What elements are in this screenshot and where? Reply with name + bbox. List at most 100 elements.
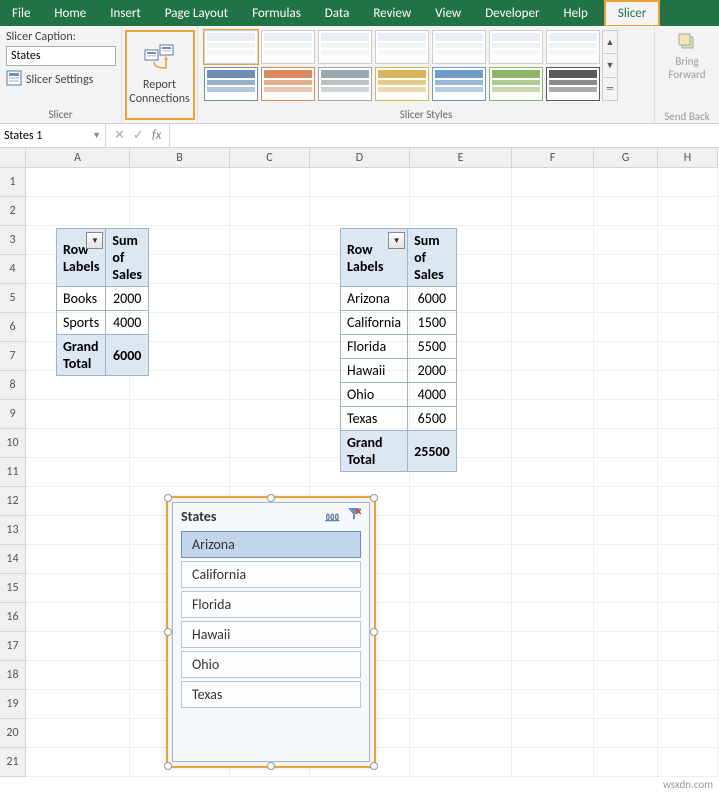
slicer-title-bar[interactable]: States⅏ <box>173 503 369 529</box>
slicer-style-swatch[interactable] <box>546 67 600 101</box>
resize-handle[interactable] <box>370 628 378 636</box>
tab-help[interactable]: Help <box>551 0 599 26</box>
row-header[interactable]: 18 <box>0 661 26 690</box>
resize-handle[interactable] <box>370 494 378 502</box>
row-header[interactable]: 19 <box>0 690 26 719</box>
slicer-item[interactable]: Hawaii <box>181 621 361 648</box>
slicer-settings-button[interactable]: Slicer Settings <box>6 70 117 90</box>
row-header[interactable]: 11 <box>0 458 26 487</box>
tab-page-layout[interactable]: Page Layout <box>153 0 240 26</box>
resize-handle[interactable] <box>164 628 172 636</box>
tab-data[interactable]: Data <box>313 0 362 26</box>
slicer-style-swatch[interactable] <box>204 67 258 101</box>
slicer-style-swatch[interactable] <box>375 67 429 101</box>
pivot-filter-dropdown[interactable]: ▼ <box>86 232 103 249</box>
tab-home[interactable]: Home <box>42 0 98 26</box>
row-header[interactable]: 10 <box>0 429 26 458</box>
name-box[interactable]: ▼ <box>0 124 106 147</box>
column-header[interactable]: B <box>130 148 230 168</box>
row-header[interactable]: 21 <box>0 748 26 777</box>
slicer-style-swatch[interactable] <box>489 30 543 64</box>
pivot-row-label: Arizona <box>341 287 408 311</box>
column-header[interactable]: A <box>26 148 130 168</box>
resize-handle[interactable] <box>370 762 378 770</box>
row-header[interactable]: 13 <box>0 516 26 545</box>
row-header[interactable]: 2 <box>0 197 26 226</box>
chevron-more-icon[interactable]: ═ <box>603 78 617 100</box>
slicer-style-swatch[interactable] <box>261 67 315 101</box>
pivot-filter-dropdown[interactable]: ▼ <box>388 232 405 249</box>
row-header[interactable]: 14 <box>0 545 26 574</box>
enter-icon[interactable]: ✓ <box>133 128 144 143</box>
row-header[interactable]: 17 <box>0 632 26 661</box>
slicer-style-swatch[interactable] <box>261 30 315 64</box>
tab-view[interactable]: View <box>423 0 473 26</box>
resize-handle[interactable] <box>267 762 275 770</box>
row-header[interactable]: 5 <box>0 284 26 313</box>
multi-select-icon[interactable]: ⅏ <box>326 507 339 525</box>
slicer-style-swatch[interactable] <box>546 30 600 64</box>
tab-formulas[interactable]: Formulas <box>240 0 313 26</box>
slicer-style-swatch[interactable] <box>318 30 372 64</box>
tab-insert[interactable]: Insert <box>98 0 153 26</box>
cancel-icon[interactable]: ✕ <box>114 128 125 143</box>
pivot-row-label: Books <box>57 287 106 311</box>
column-header[interactable]: E <box>410 148 512 168</box>
resize-handle[interactable] <box>164 494 172 502</box>
tab-slicer[interactable]: Slicer <box>606 2 658 25</box>
column-header[interactable]: F <box>512 148 594 168</box>
tab-review[interactable]: Review <box>361 0 423 26</box>
slicer-item[interactable]: Ohio <box>181 651 361 678</box>
row-header[interactable]: 20 <box>0 719 26 748</box>
name-box-dropdown-icon[interactable]: ▼ <box>92 130 101 141</box>
tab-file[interactable]: File <box>0 0 42 26</box>
clear-filter-icon[interactable] <box>347 507 361 525</box>
pivot-row-value: 2000 <box>106 287 149 311</box>
tab-developer[interactable]: Developer <box>473 0 551 26</box>
chevron-up-icon[interactable]: ▲ <box>603 31 617 54</box>
name-box-input[interactable] <box>4 129 84 143</box>
column-header[interactable]: H <box>658 148 718 168</box>
resize-handle[interactable] <box>164 762 172 770</box>
report-connections-button[interactable]: ReportConnections <box>125 30 195 120</box>
column-header[interactable]: D <box>310 148 410 168</box>
column-header[interactable]: C <box>230 148 310 168</box>
fx-icon[interactable]: fx <box>152 128 162 143</box>
column-header[interactable]: G <box>594 148 658 168</box>
slicer-caption-input[interactable] <box>6 46 116 66</box>
slicer-style-gallery[interactable] <box>204 30 600 101</box>
row-header[interactable]: 15 <box>0 574 26 603</box>
pivot-header-cell: Row Labels▼ <box>341 229 408 287</box>
row-header[interactable]: 3 <box>0 226 26 255</box>
slicer-states[interactable]: States⅏Arizona California Florida Hawaii Ohi… <box>166 496 376 768</box>
slicer-item[interactable]: Arizona <box>181 531 361 558</box>
slicer-style-swatch[interactable] <box>432 67 486 101</box>
slicer-style-swatch[interactable] <box>375 30 429 64</box>
select-all-corner[interactable] <box>0 148 26 168</box>
pivot-table-2[interactable]: Row Labels▼Sum of SalesArizona6000Califo… <box>340 228 457 472</box>
slicer-item[interactable]: Florida <box>181 591 361 618</box>
slicer-item[interactable]: California <box>181 561 361 588</box>
spreadsheet-grid[interactable]: ABCDEFGH 1234567891011121314151617181920… <box>0 148 719 788</box>
row-header[interactable]: 4 <box>0 255 26 284</box>
bring-forward-button[interactable]: BringForward <box>668 32 705 81</box>
row-header[interactable]: 16 <box>0 603 26 632</box>
pivot-row-value: 4000 <box>106 311 149 335</box>
slicer-style-swatch[interactable] <box>318 67 372 101</box>
row-header[interactable]: 12 <box>0 487 26 516</box>
pivot-table-1[interactable]: Row Labels▼Sum of SalesBooks2000Sports40… <box>56 228 149 376</box>
row-header[interactable]: 8 <box>0 371 26 400</box>
formula-input[interactable] <box>169 124 719 147</box>
row-header[interactable]: 9 <box>0 400 26 429</box>
slicer-style-swatch[interactable] <box>489 67 543 101</box>
send-backward-button[interactable]: Send Back <box>664 110 709 123</box>
slicer-style-swatch[interactable] <box>204 30 258 64</box>
row-header[interactable]: 6 <box>0 313 26 342</box>
resize-handle[interactable] <box>267 494 275 502</box>
style-gallery-scroll[interactable]: ▲ ▼ ═ <box>602 30 618 101</box>
row-header[interactable]: 1 <box>0 168 26 197</box>
slicer-item[interactable]: Texas <box>181 681 361 708</box>
row-header[interactable]: 7 <box>0 342 26 371</box>
slicer-style-swatch[interactable] <box>432 30 486 64</box>
chevron-down-icon[interactable]: ▼ <box>603 54 617 77</box>
